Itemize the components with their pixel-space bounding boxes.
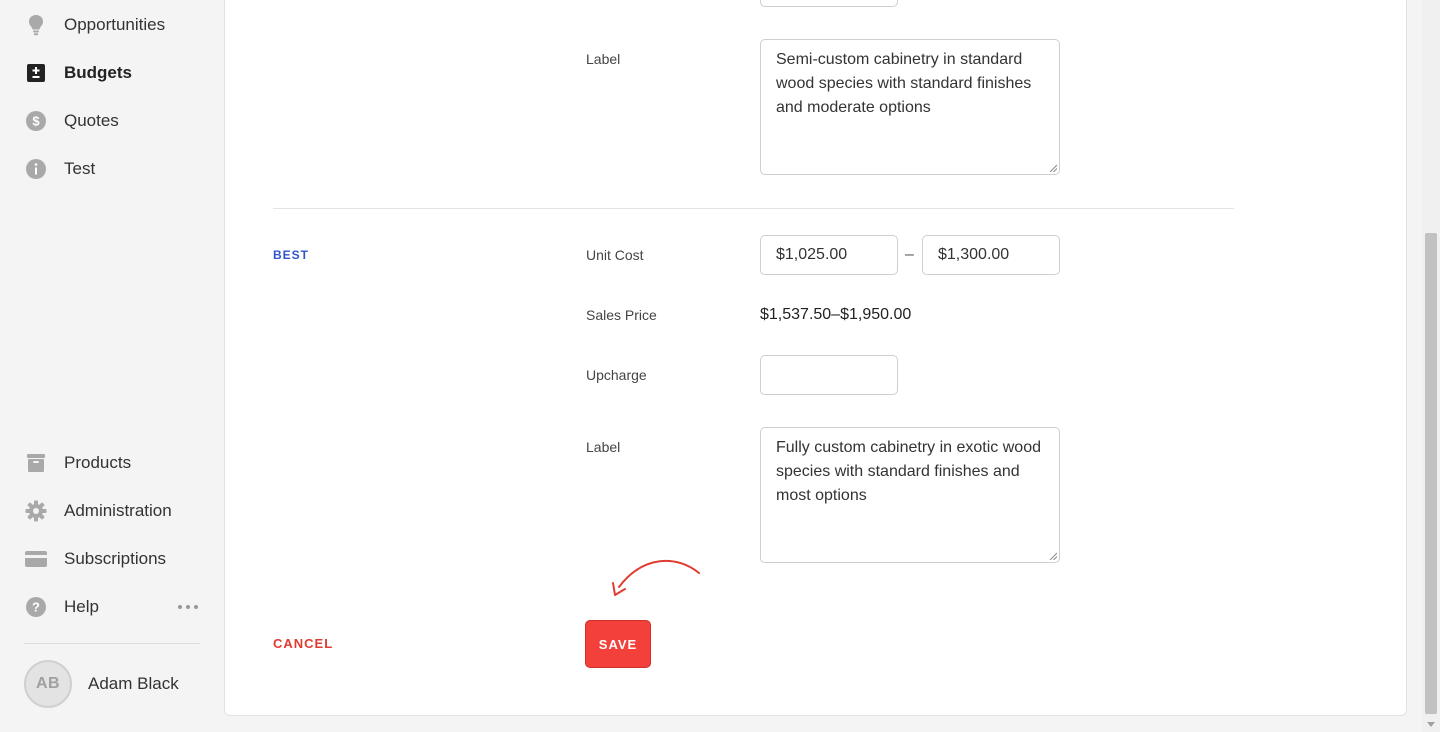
scrollbar[interactable] xyxy=(1422,0,1440,732)
section-divider xyxy=(273,208,1234,209)
sidebar-divider xyxy=(24,643,200,644)
sidebar-item-label: Opportunities xyxy=(64,15,166,34)
user-name: Adam Black xyxy=(88,674,179,693)
better-label-field-label: Label xyxy=(586,51,621,67)
user-profile[interactable]: AB Adam Black xyxy=(24,660,179,708)
sidebar-item-label: Administration xyxy=(64,501,172,520)
info-icon xyxy=(24,157,48,181)
unit-cost-min-value: $1,025.00 xyxy=(776,246,848,263)
sidebar-item-budgets[interactable]: Budgets xyxy=(24,58,132,88)
sidebar-item-opportunities[interactable]: Opportunities xyxy=(24,10,165,40)
sidebar-item-label: Quotes xyxy=(64,111,119,130)
resize-handle-icon[interactable] xyxy=(1049,552,1057,560)
save-button[interactable]: SAVE xyxy=(585,620,651,668)
best-label-field-label: Label xyxy=(586,439,621,455)
sidebar-item-quotes[interactable]: $ Quotes xyxy=(24,106,119,136)
card-icon xyxy=(24,547,48,571)
resize-handle-icon[interactable] xyxy=(1049,164,1057,172)
best-label-textarea[interactable]: Fully custom cabinetry in exotic wood sp… xyxy=(760,427,1060,563)
range-separator: – xyxy=(905,246,914,263)
avatar: AB xyxy=(24,660,72,708)
annotation-arrow-icon xyxy=(612,559,700,596)
sidebar-item-subscriptions[interactable]: Subscriptions xyxy=(24,544,166,574)
svg-text:$: $ xyxy=(32,114,40,129)
dollar-icon: $ xyxy=(24,109,48,133)
box-icon xyxy=(24,451,48,475)
unit-cost-min-input[interactable]: $1,025.00 xyxy=(760,235,898,275)
help-icon: ? xyxy=(24,595,48,619)
best-label-text: Fully custom cabinetry in exotic wood sp… xyxy=(776,439,1041,504)
plus-minus-icon xyxy=(24,61,48,85)
sales-price-value: $1,537.50–$1,950.00 xyxy=(760,306,912,323)
sidebar-item-help[interactable]: ? Help xyxy=(24,592,99,622)
sales-price-label: Sales Price xyxy=(586,307,657,323)
gear-icon xyxy=(24,499,48,523)
better-label-textarea[interactable]: Semi-custom cabinetry in standard wood s… xyxy=(760,39,1060,175)
sidebar-item-administration[interactable]: Administration xyxy=(24,496,172,526)
unit-cost-max-input[interactable]: $1,300.00 xyxy=(922,235,1060,275)
better-label-text: Semi-custom cabinetry in standard wood s… xyxy=(776,51,1032,116)
tier-label-best: BEST xyxy=(273,248,310,262)
budget-edit-panel: Label Semi-custom cabinetry in standard … xyxy=(224,0,1407,716)
sidebar-item-label: Budgets xyxy=(64,63,132,82)
unit-cost-max-value: $1,300.00 xyxy=(938,246,1010,263)
svg-text:?: ? xyxy=(32,600,40,615)
lightbulb-icon xyxy=(24,13,48,37)
more-options-icon[interactable] xyxy=(178,598,198,616)
cancel-button[interactable]: CANCEL xyxy=(273,636,333,651)
scroll-down-arrow-icon[interactable] xyxy=(1427,722,1435,727)
upcharge-input[interactable] xyxy=(760,355,898,395)
cut-off-input[interactable] xyxy=(760,0,898,7)
sidebar-item-products[interactable]: Products xyxy=(24,448,131,478)
scrollbar-thumb[interactable] xyxy=(1425,233,1437,714)
sidebar: Opportunities Budgets $ Quotes Test Prod… xyxy=(0,0,224,732)
unit-cost-label: Unit Cost xyxy=(586,247,644,263)
upcharge-label: Upcharge xyxy=(586,367,647,383)
sidebar-item-label: Test xyxy=(64,159,96,178)
sidebar-item-test[interactable]: Test xyxy=(24,154,95,184)
sidebar-item-label: Products xyxy=(64,453,132,472)
sidebar-item-label: Help xyxy=(64,597,99,616)
sidebar-item-label: Subscriptions xyxy=(64,549,167,568)
